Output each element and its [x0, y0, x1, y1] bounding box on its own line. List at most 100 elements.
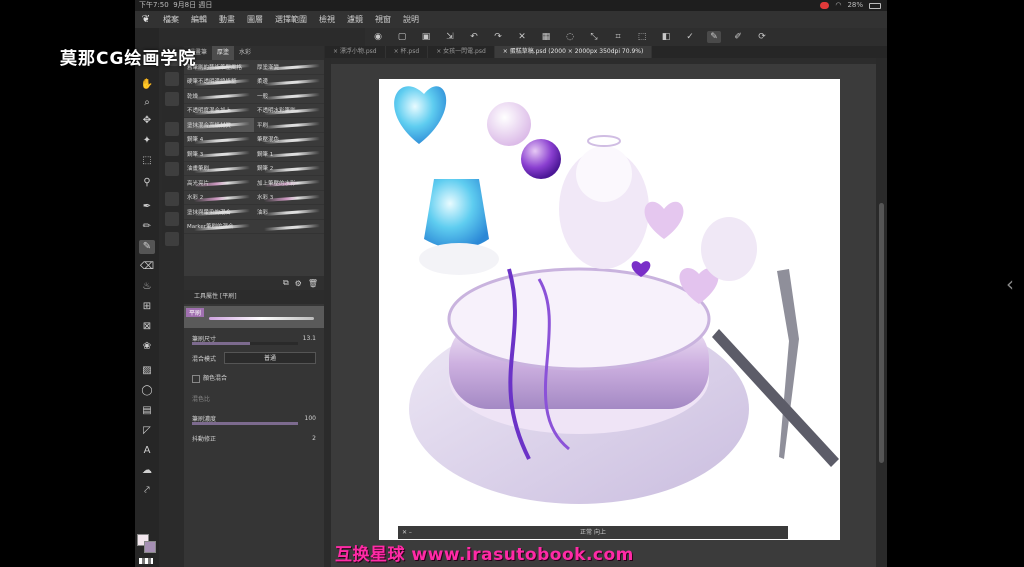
brush-density-slider[interactable] [192, 422, 298, 425]
stabilizer-value[interactable]: 2 [312, 435, 316, 442]
brush-size-row[interactable]: 筆刷尺寸 13.1 [184, 328, 324, 348]
subtool-group-icon[interactable] [165, 232, 179, 246]
brush-item[interactable]: 厚塗漸變 [254, 60, 324, 74]
undo-icon[interactable]: ↶ [467, 31, 481, 43]
ruler-tool-icon[interactable]: ◸ [139, 424, 155, 438]
pen-tool-icon[interactable]: ✐ [731, 31, 745, 43]
pattern-tool-icon[interactable]: ⊠ [139, 320, 155, 334]
new-file-icon[interactable]: ▢ [395, 31, 409, 43]
settings-icon[interactable]: ⚙ [295, 279, 302, 288]
vertical-scrollbar[interactable] [876, 58, 887, 567]
brush-density-value[interactable]: 100 [305, 415, 316, 422]
save-icon[interactable]: ▣ [419, 31, 433, 43]
brush-item[interactable]: 鋼筆 4 [184, 133, 254, 147]
brush-icon[interactable]: ✎ [139, 240, 155, 254]
balloon-tool-icon[interactable]: ☁ [139, 464, 155, 478]
sync-icon[interactable]: ⟳ [755, 31, 769, 43]
brush-size-slider[interactable] [192, 342, 298, 345]
tab-document[interactable]: × 漂浮小物.psd [325, 46, 386, 58]
frame-tool-icon[interactable]: ▤ [139, 404, 155, 418]
select-all-icon[interactable]: ⬚ [635, 31, 649, 43]
app-logo-icon[interactable]: ❦ [135, 11, 157, 28]
menu-help[interactable]: 說明 [397, 11, 425, 28]
menu-file[interactable]: 檔案 [157, 11, 185, 28]
hand-tool-icon[interactable]: ✋ [139, 78, 155, 92]
brush-item[interactable] [254, 220, 324, 234]
move-tool-icon[interactable]: ✥ [139, 114, 155, 128]
brush-tool-icon[interactable]: ✎ [707, 31, 721, 43]
subtool-group-icon[interactable] [165, 92, 179, 106]
menu-filter[interactable]: 濾鏡 [341, 11, 369, 28]
export-icon[interactable]: ⇲ [443, 31, 457, 43]
subtool-group-icon[interactable] [165, 212, 179, 226]
tab-document[interactable]: × 杯.psd [386, 46, 429, 58]
magic-wand-icon[interactable]: ✦ [139, 134, 155, 148]
crop-icon[interactable]: ⌗ [611, 31, 625, 43]
brush-item[interactable]: 一般 [254, 89, 324, 103]
pencil-icon[interactable]: ✏ [139, 220, 155, 234]
chevron-left-icon[interactable]: ‹ [1006, 272, 1014, 296]
correction-tool-icon[interactable]: ⤤ [139, 484, 155, 498]
brush-item[interactable]: 高光亮片 [184, 176, 254, 190]
brush-density-row[interactable]: 筆刷濃度 100 [184, 408, 324, 428]
lasso-icon[interactable]: ◌ [563, 31, 577, 43]
copy-subtool-icon[interactable]: ⧉ [283, 278, 289, 288]
zoom-tool-icon[interactable]: ⌕ [139, 96, 155, 110]
menu-edit[interactable]: 編輯 [185, 11, 213, 28]
blend-tool-icon[interactable]: ♨ [139, 280, 155, 294]
subtool-group-icon[interactable] [165, 192, 179, 206]
tab-brush-category[interactable]: 水彩 [234, 46, 256, 60]
decoration-tool-icon[interactable]: ❀ [139, 340, 155, 354]
eye-icon[interactable]: ◉ [371, 31, 385, 43]
brush-size-value[interactable]: 13.1 [303, 335, 316, 342]
scrollbar-thumb[interactable] [879, 203, 884, 463]
brush-item[interactable]: 水彩 2 [184, 191, 254, 205]
menu-selection[interactable]: 選擇範圍 [269, 11, 313, 28]
close-icon[interactable]: ✕ – [402, 526, 412, 539]
brush-item[interactable]: 不透明度混合加上 [184, 104, 254, 118]
subtool-group-icon[interactable] [165, 142, 179, 156]
brush-item[interactable]: 鋼筆 3 [184, 147, 254, 161]
brush-item[interactable]: 油畫筆刷 [184, 162, 254, 176]
check-icon[interactable]: ✓ [683, 31, 697, 43]
pen-icon[interactable]: ✒ [139, 200, 155, 214]
brush-item[interactable]: 塗抹混合高級材質 [184, 118, 254, 132]
brush-item[interactable]: 筆壓混色 [254, 133, 324, 147]
brush-item[interactable]: 水彩 3 [254, 191, 324, 205]
selection-tool-icon[interactable]: ⬚ [139, 154, 155, 168]
eyedropper-icon[interactable]: ⚲ [139, 176, 155, 190]
artwork-canvas[interactable] [379, 79, 840, 540]
fill-icon[interactable]: ▦ [539, 31, 553, 43]
transparent-color-swatch[interactable] [139, 558, 153, 564]
gradient-tool-icon[interactable]: ▨ [139, 364, 155, 378]
menu-view[interactable]: 檢視 [313, 11, 341, 28]
menu-animation[interactable]: 動畫 [213, 11, 241, 28]
subtool-group-icon[interactable] [165, 162, 179, 176]
tab-document[interactable]: × 女孩一閃電.psd [428, 46, 495, 58]
figure-tool-icon[interactable]: ◯ [139, 384, 155, 398]
tab-document-active[interactable]: × 蛋糕草稿.psd (2000 × 2000px 350dpi 70.9%) [494, 46, 653, 58]
redo-icon[interactable]: ↷ [491, 31, 505, 43]
stabilizer-row[interactable]: 抖動修正 2 [184, 428, 324, 448]
brush-item[interactable]: 加上筆壓的水彩 [254, 176, 324, 190]
clear-icon[interactable]: ✕ [515, 31, 529, 43]
brush-item[interactable]: Marker筆刷的混合 [184, 220, 254, 234]
eraser-icon[interactable]: ⌫ [139, 260, 155, 274]
color-mix-checkbox[interactable] [192, 374, 200, 383]
invert-icon[interactable]: ◧ [659, 31, 673, 43]
brush-item[interactable]: 塗抹與暈染的混合 [184, 205, 254, 219]
brush-item[interactable]: 鋼筆 1 [254, 147, 324, 161]
brush-item[interactable]: 平刷 [254, 118, 324, 132]
menu-layer[interactable]: 圖層 [241, 11, 269, 28]
brush-item[interactable]: 不透明水彩筆刷 [254, 104, 324, 118]
delete-icon[interactable]: 🗑 [308, 279, 318, 288]
subtool-group-icon[interactable] [165, 72, 179, 86]
fill-tool-icon[interactable]: ⊞ [139, 300, 155, 314]
blend-mode-select[interactable]: 普通 [224, 352, 316, 364]
text-tool-icon[interactable]: A [139, 444, 155, 458]
brush-item[interactable]: 乾燥 [184, 89, 254, 103]
brush-item[interactable]: 鋼筆 2 [254, 162, 324, 176]
subtool-group-icon[interactable] [165, 122, 179, 136]
brush-item[interactable]: 硬筆不透明邊線修整 [184, 75, 254, 89]
brush-item[interactable]: 油彩 [254, 205, 324, 219]
